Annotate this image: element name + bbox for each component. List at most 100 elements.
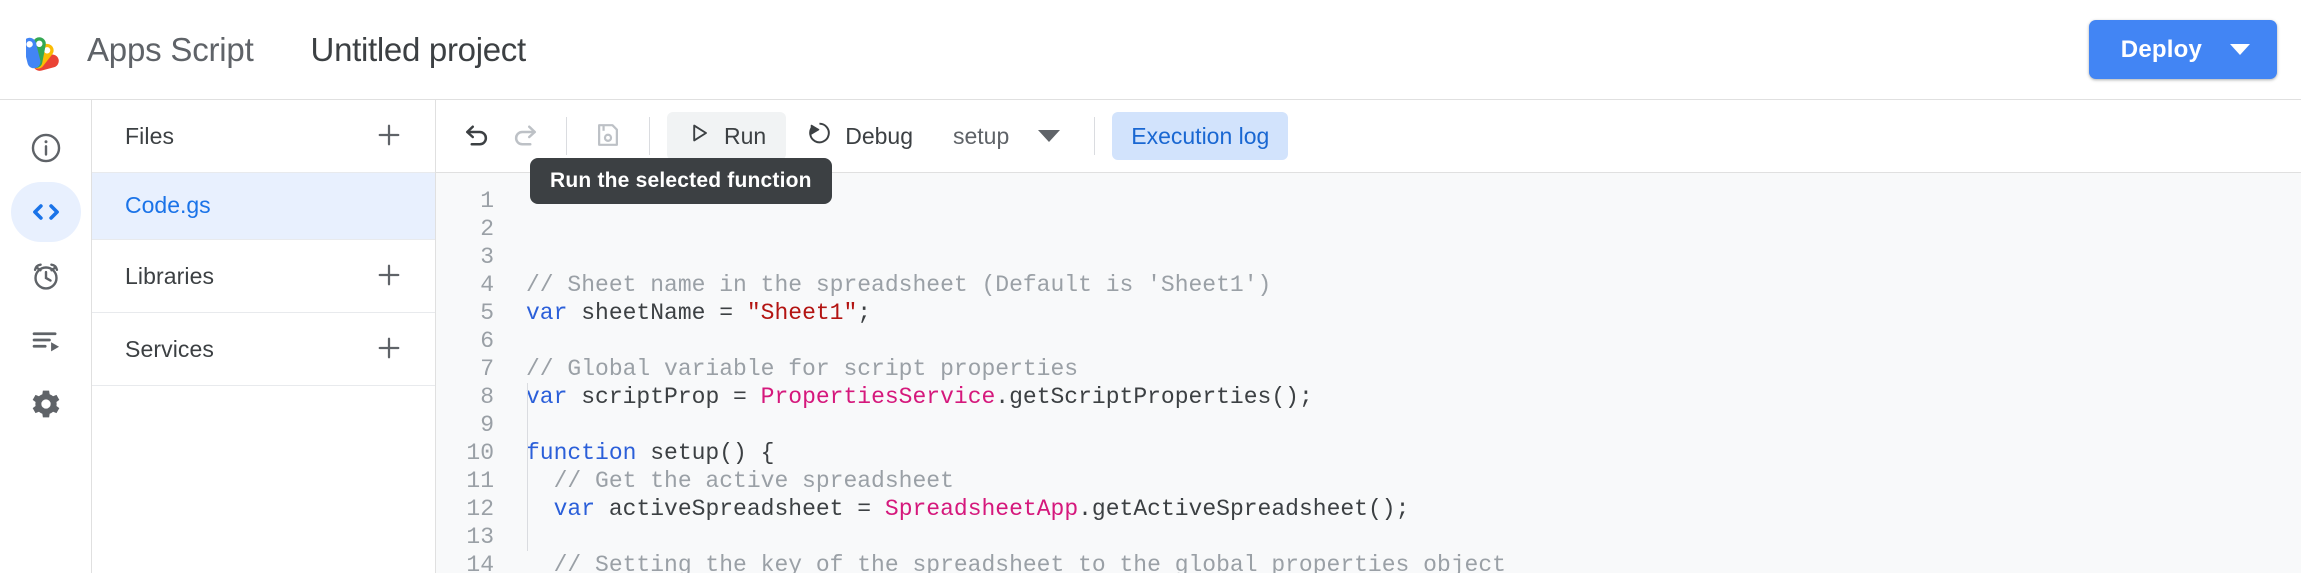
- code-content[interactable]: // Sheet name in the spreadsheet (Defaul…: [514, 187, 2301, 573]
- code-token-keyword: function: [526, 440, 637, 466]
- save-floppy-icon: [594, 121, 622, 152]
- libraries-section-header: Libraries: [92, 240, 435, 313]
- apps-script-logo-icon: [26, 28, 74, 72]
- sidebar-item-editor[interactable]: [10, 182, 81, 242]
- add-service-button[interactable]: [369, 329, 409, 369]
- line-number: 2: [480, 216, 494, 242]
- debug-icon: [806, 120, 832, 152]
- code-token-plain: sheetName =: [567, 300, 747, 326]
- code-token-plain: activeSpreadsheet =: [595, 496, 885, 522]
- services-section-header: Services: [92, 313, 435, 386]
- code-token-comment: // Global variable for script properties: [526, 356, 1079, 382]
- apps-script-window: Apps Script Untitled project Deploy File…: [0, 0, 2301, 573]
- project-title-input[interactable]: Untitled project: [301, 25, 536, 75]
- code-line: // Setting the key of the spreadsheet to…: [526, 551, 2301, 573]
- code-token-keyword: var: [526, 384, 568, 410]
- libraries-section-title: Libraries: [125, 262, 215, 289]
- code-line: var sheetName = "Sheet1";: [526, 299, 2301, 327]
- execution-log-button[interactable]: Execution log: [1112, 112, 1289, 160]
- code-token-string: "Sheet1": [746, 300, 858, 326]
- deploy-button-label: Deploy: [2120, 35, 2202, 63]
- redo-button[interactable]: [501, 112, 549, 160]
- sidebar-item-executions[interactable]: [11, 310, 81, 370]
- function-select[interactable]: setup: [933, 112, 1021, 160]
- code-line: var scriptProp = PropertiesService.getSc…: [526, 383, 2301, 411]
- main-body: Files Code.gs Libraries Services Run Deb…: [0, 99, 2301, 573]
- line-number: 3: [480, 244, 494, 270]
- alarm-clock-icon: [29, 259, 63, 293]
- files-section-title: Files: [125, 122, 175, 149]
- line-number: 14: [466, 552, 494, 573]
- editor-area: Run Debug setup Execution log 1 2 3 4 5 …: [436, 100, 2301, 573]
- left-icon-rail: [0, 100, 92, 573]
- info-icon: [29, 131, 63, 165]
- code-token-plain: scriptProp =: [567, 384, 761, 410]
- code-token-plain: setup() {: [636, 440, 775, 466]
- deploy-button[interactable]: Deploy: [2088, 20, 2277, 79]
- function-select-value: setup: [952, 122, 1010, 149]
- line-number-gutter: 1 2 3 4 5 6 7 8 9 10 11 12 13 14: [436, 187, 514, 573]
- plus-icon: [374, 120, 404, 153]
- code-line: var activeSpreadsheet = SpreadsheetApp.g…: [526, 495, 2301, 523]
- code-brackets-icon: [28, 194, 64, 230]
- toolbar-divider-2: [649, 117, 650, 155]
- editor-toolbar: Run Debug setup Execution log: [436, 100, 2301, 173]
- code-line: // Get the active spreadsheet: [526, 467, 2301, 495]
- toolbar-divider-1: [566, 117, 567, 155]
- files-panel: Files Code.gs Libraries Services: [92, 100, 436, 573]
- services-section-title: Services: [125, 335, 214, 362]
- add-library-button[interactable]: [369, 256, 409, 296]
- line-number: 10: [466, 440, 494, 466]
- line-number: 13: [466, 524, 494, 550]
- save-button[interactable]: [584, 112, 632, 160]
- indent-guide: [527, 383, 528, 551]
- code-editor[interactable]: 1 2 3 4 5 6 7 8 9 10 11 12 13 14 // Sheet name in the…: [436, 173, 2301, 573]
- code-token-comment: // Setting the key of the spreadsheet to…: [526, 552, 1506, 573]
- line-number: 7: [480, 356, 494, 382]
- chevron-down-icon: [1038, 130, 1061, 142]
- plus-icon: [374, 260, 404, 293]
- debug-button-label: Debug: [845, 122, 913, 149]
- executions-list-icon: [29, 323, 63, 357]
- code-line: function setup() {: [526, 439, 2301, 467]
- code-token-comment: // Sheet name in the spreadsheet (Defaul…: [526, 272, 1272, 298]
- code-inner: 1 2 3 4 5 6 7 8 9 10 11 12 13 14 // Sheet name in the…: [436, 173, 2301, 573]
- run-button-label: Run: [724, 122, 767, 149]
- chevron-down-icon: [2230, 44, 2250, 55]
- line-number: 5: [480, 300, 494, 326]
- code-token-plain: .getActiveSpreadsheet();: [1078, 496, 1410, 522]
- code-token-keyword: var: [553, 496, 596, 522]
- undo-icon: [462, 120, 492, 153]
- function-select-caret-button[interactable]: [1021, 112, 1077, 160]
- debug-button[interactable]: Debug: [786, 112, 933, 160]
- brand-home-link[interactable]: Apps Script: [26, 28, 254, 72]
- file-item-code-gs[interactable]: Code.gs: [92, 173, 435, 239]
- top-header-bar: Apps Script Untitled project Deploy: [0, 0, 2301, 99]
- line-number: 6: [480, 328, 494, 354]
- code-token-keyword: var: [526, 300, 568, 326]
- redo-icon: [510, 120, 540, 153]
- code-token-class: PropertiesService: [760, 384, 996, 410]
- sidebar-item-triggers[interactable]: [11, 246, 81, 306]
- files-section-header: Files: [92, 100, 435, 173]
- line-number: 9: [480, 412, 494, 438]
- undo-button[interactable]: [453, 112, 501, 160]
- file-item-label: Code.gs: [125, 192, 211, 218]
- run-button[interactable]: Run: [667, 112, 787, 160]
- line-number: 12: [466, 496, 494, 522]
- add-file-button[interactable]: [369, 116, 409, 156]
- file-list: Code.gs: [92, 173, 435, 240]
- code-line: // Sheet name in the spreadsheet (Defaul…: [526, 271, 2301, 299]
- play-triangle-icon: [687, 121, 711, 151]
- execution-log-label: Execution log: [1131, 122, 1270, 149]
- sidebar-item-project-settings[interactable]: [11, 374, 81, 434]
- sidebar-item-overview[interactable]: [11, 118, 81, 178]
- gear-icon: [29, 387, 63, 421]
- code-token-comment: // Get the active spreadsheet: [526, 468, 954, 494]
- line-number: 4: [480, 272, 494, 298]
- line-number: 8: [480, 384, 494, 410]
